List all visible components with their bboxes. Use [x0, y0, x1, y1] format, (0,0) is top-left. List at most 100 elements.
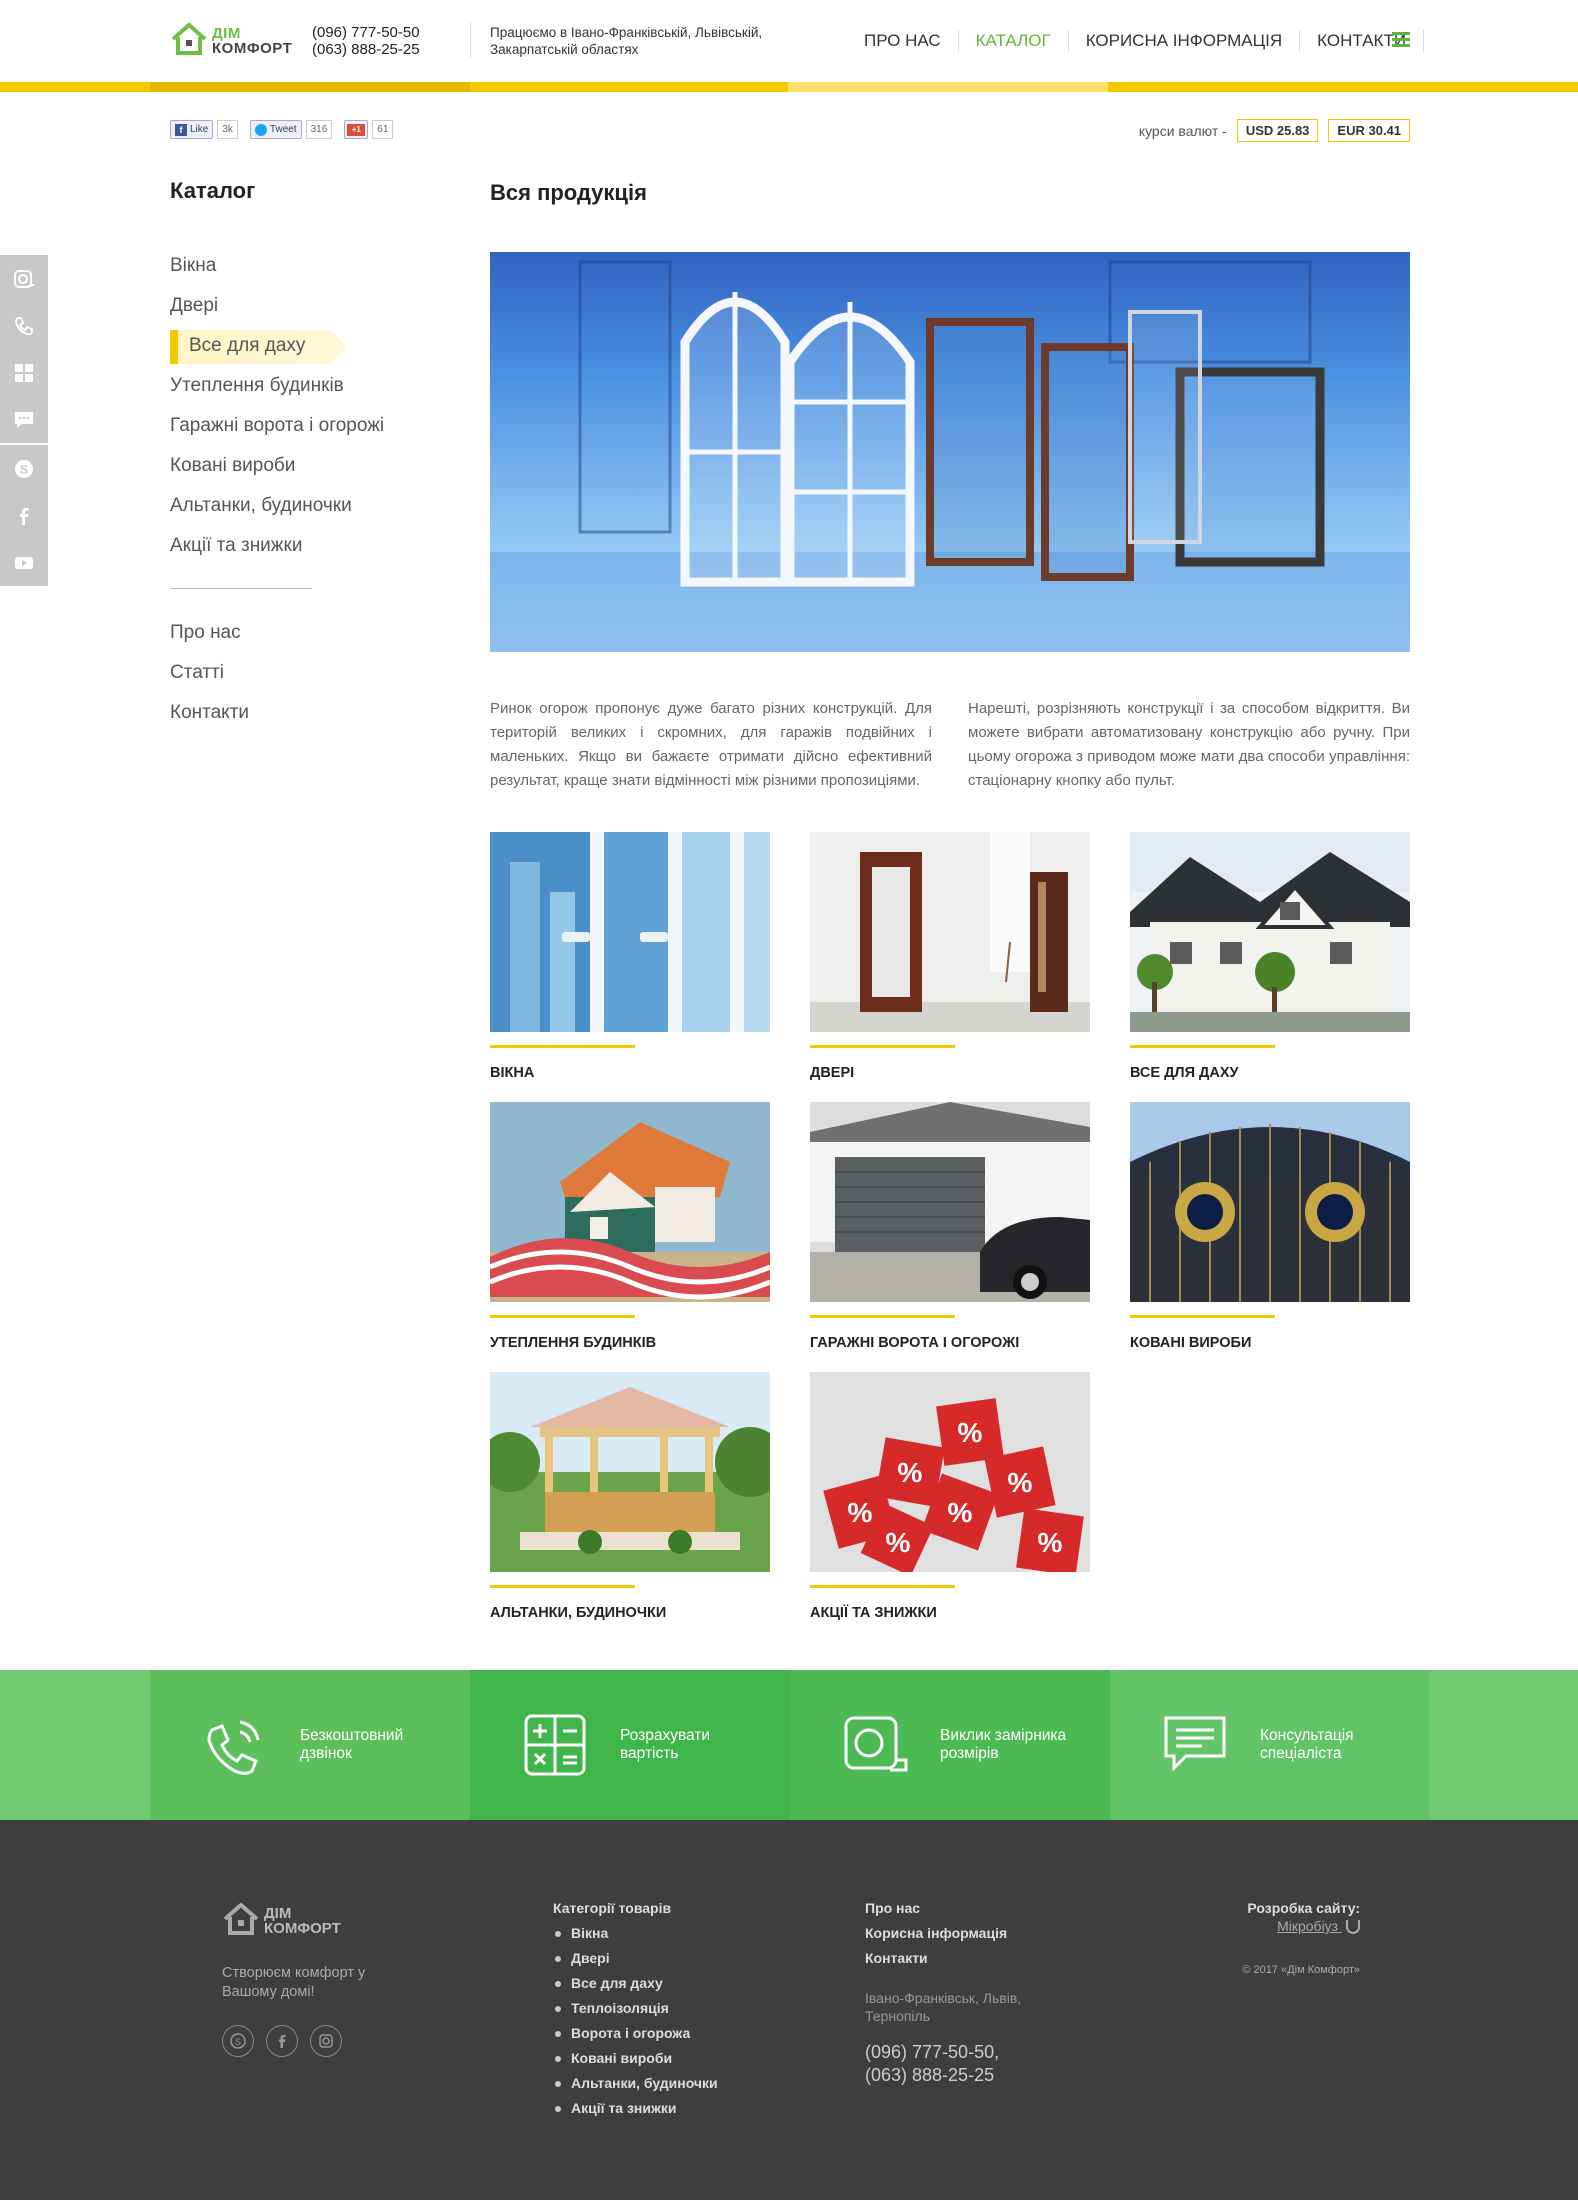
sidebar-item-insulation[interactable]: Утеплення будинків: [170, 370, 384, 410]
product-title-windows[interactable]: ВІКНА: [490, 1065, 770, 1081]
footer-logo[interactable]: ДІМ КОМФОРТ: [222, 1902, 341, 1938]
product-card-sales[interactable]: %%% %%% % АКЦІЇ ТА ЗНИЖКИ: [810, 1372, 1090, 1621]
phone-2[interactable]: (063) 888-25-25: [312, 41, 420, 58]
logo[interactable]: ДІМ КОМФОРТ: [170, 22, 292, 58]
sidebar-item-sales[interactable]: Акції та знижки: [170, 530, 384, 570]
footer-social: S: [222, 2025, 342, 2057]
hamburger-menu-icon[interactable]: [1392, 32, 1410, 48]
phone-1[interactable]: (096) 777-50-50: [312, 24, 420, 41]
sidebar-item-doors[interactable]: Двері: [170, 290, 384, 330]
nav-catalog[interactable]: КАТАЛОГ: [959, 30, 1069, 52]
product-title-roofing[interactable]: ВСЕ ДЛЯ ДАХУ: [1130, 1065, 1410, 1081]
product-image-forged[interactable]: [1130, 1102, 1410, 1302]
card-accent-line: [810, 1585, 955, 1588]
product-title-doors[interactable]: ДВЕРІ: [810, 1065, 1090, 1081]
footer-category-link[interactable]: Двері: [553, 1946, 718, 1971]
footer-category-link[interactable]: Все для даху: [553, 1971, 718, 1996]
product-image-sales[interactable]: %%% %%% %: [810, 1372, 1090, 1572]
sidebar-link-about[interactable]: Про нас: [170, 617, 384, 657]
footer-category-link[interactable]: Альтанки, будиночки: [553, 2071, 718, 2096]
sidebar-link-articles[interactable]: Статті: [170, 657, 384, 697]
svg-text:%: %: [958, 1417, 983, 1448]
sidebar-item-garage-gates[interactable]: Гаражні ворота і огорожі: [170, 410, 384, 450]
sidebar-item-windows[interactable]: Вікна: [170, 250, 384, 290]
card-accent-line: [490, 1315, 635, 1318]
product-card-gazebos[interactable]: АЛЬТАНКИ, БУДИНОЧКИ: [490, 1372, 770, 1621]
footer-category-link[interactable]: Акції та знижки: [553, 2096, 718, 2121]
footer-category-link[interactable]: Ворота і огорожа: [553, 2021, 718, 2046]
product-card-doors[interactable]: ДВЕРІ: [810, 832, 1090, 1081]
skype-icon[interactable]: S: [0, 445, 48, 492]
sidebar-item-gazebos[interactable]: Альтанки, будиночки: [170, 490, 384, 530]
usd-rate-badge: USD 25.83: [1236, 119, 1319, 142]
nav-useful-info[interactable]: КОРИСНА ІНФОРМАЦІЯ: [1069, 30, 1301, 52]
sidebar-link-contacts[interactable]: Контакти: [170, 697, 384, 737]
product-image-doors[interactable]: [810, 832, 1090, 1032]
services-bar: Безкоштовний дзвінок Розрахувати вартість …: [0, 1670, 1578, 1820]
calculator-icon: [524, 1714, 586, 1776]
footer-link-useful-info[interactable]: Корисна інформація: [865, 1921, 1085, 1946]
footer-phone-1[interactable]: (096) 777-50-50,: [865, 2041, 1085, 2064]
footer-phone-2[interactable]: (063) 888-25-25: [865, 2064, 1085, 2087]
service-label-line1: Консультація: [1260, 1727, 1354, 1744]
calculator-icon[interactable]: [0, 349, 48, 396]
svg-text:%: %: [1008, 1467, 1033, 1498]
instagram-icon[interactable]: [310, 2025, 342, 2057]
skype-icon[interactable]: S: [222, 2025, 254, 2057]
tweet-count: 316: [305, 120, 333, 139]
youtube-icon[interactable]: [0, 539, 48, 586]
product-title-garage-gates[interactable]: ГАРАЖНІ ВОРОТА І ОГОРОЖІ: [810, 1335, 1090, 1351]
facebook-icon[interactable]: [266, 2025, 298, 2057]
footer-categories-title: Категорії товарів: [553, 1900, 672, 1916]
service-calculate-cost[interactable]: Розрахувати вартість: [470, 1670, 790, 1820]
regions-line-1: Працюємо в Івано-Франківській, Львівські…: [490, 25, 763, 40]
google-plus-button[interactable]: +1 61: [344, 120, 394, 139]
product-image-gazebos[interactable]: [490, 1372, 770, 1572]
developer-label: Розробка сайту:: [1247, 1900, 1360, 1916]
tape-measure-icon: [844, 1716, 908, 1772]
footer-link-contacts[interactable]: Контакти: [865, 1946, 1085, 1971]
eur-rate-badge: EUR 30.41: [1328, 119, 1410, 142]
product-title-gazebos[interactable]: АЛЬТАНКИ, БУДИНОЧКИ: [490, 1605, 770, 1621]
house-logo-icon: [223, 1902, 259, 1935]
developer-logo-icon: [1346, 1920, 1360, 1935]
product-image-garage-gates[interactable]: [810, 1102, 1090, 1302]
phone-call-icon: [207, 1720, 260, 1775]
service-measurer-call[interactable]: Виклик замірника розмірів: [790, 1670, 1110, 1820]
share-buttons: f Like 3k Tweet 316 +1 61: [170, 120, 394, 139]
product-card-garage-gates[interactable]: ГАРАЖНІ ВОРОТА І ОГОРОЖІ: [810, 1102, 1090, 1351]
product-image-windows[interactable]: [490, 832, 770, 1032]
footer-link-about[interactable]: Про нас: [865, 1896, 1085, 1921]
svg-text:%: %: [948, 1497, 973, 1528]
intro-text-right: Нарешті, розрізняють конструкції і за сп…: [968, 700, 1410, 789]
developer-link[interactable]: Мікробіуз: [1242, 1918, 1360, 1935]
product-card-insulation[interactable]: УТЕПЛЕННЯ БУДИНКІВ: [490, 1102, 770, 1351]
service-consultation[interactable]: Консультація спеціаліста: [1110, 1670, 1430, 1820]
product-image-insulation[interactable]: [490, 1102, 770, 1302]
service-free-call[interactable]: Безкоштовний дзвінок: [150, 1670, 470, 1820]
sidebar-title: Каталог: [170, 178, 256, 203]
facebook-icon[interactable]: [0, 492, 48, 539]
product-card-windows[interactable]: ВІКНА: [490, 832, 770, 1081]
nav-about[interactable]: ПРО НАС: [860, 30, 959, 52]
footer-category-link[interactable]: Ковані вироби: [553, 2046, 718, 2071]
product-image-roofing[interactable]: [1130, 832, 1410, 1032]
sidebar-item-forged[interactable]: Ковані вироби: [170, 450, 384, 490]
product-title-insulation[interactable]: УТЕПЛЕННЯ БУДИНКІВ: [490, 1335, 770, 1351]
product-card-forged[interactable]: КОВАНІ ВИРОБИ: [1130, 1102, 1410, 1351]
service-label-line1: Виклик замірника: [940, 1727, 1067, 1744]
sidebar-item-roofing[interactable]: Все для даху: [170, 330, 347, 364]
chat-icon[interactable]: [0, 396, 48, 443]
product-title-forged[interactable]: КОВАНІ ВИРОБИ: [1130, 1335, 1410, 1351]
tweet-button[interactable]: Tweet 316: [249, 120, 333, 139]
product-title-sales[interactable]: АКЦІЇ ТА ЗНИЖКИ: [810, 1605, 1090, 1621]
phone-icon[interactable]: [0, 302, 48, 349]
tape-measure-icon[interactable]: [0, 255, 48, 302]
service-label-line2: спеціаліста: [1260, 1745, 1342, 1762]
hero-image: [490, 252, 1410, 652]
footer-category-link[interactable]: Теплоізоляція: [553, 1996, 718, 2021]
product-card-roofing[interactable]: ВСЕ ДЛЯ ДАХУ: [1130, 832, 1410, 1081]
logo-text-line2: КОМФОРТ: [212, 40, 293, 57]
footer-category-link[interactable]: Вікна: [553, 1921, 718, 1946]
facebook-like-button[interactable]: f Like 3k: [170, 120, 238, 139]
